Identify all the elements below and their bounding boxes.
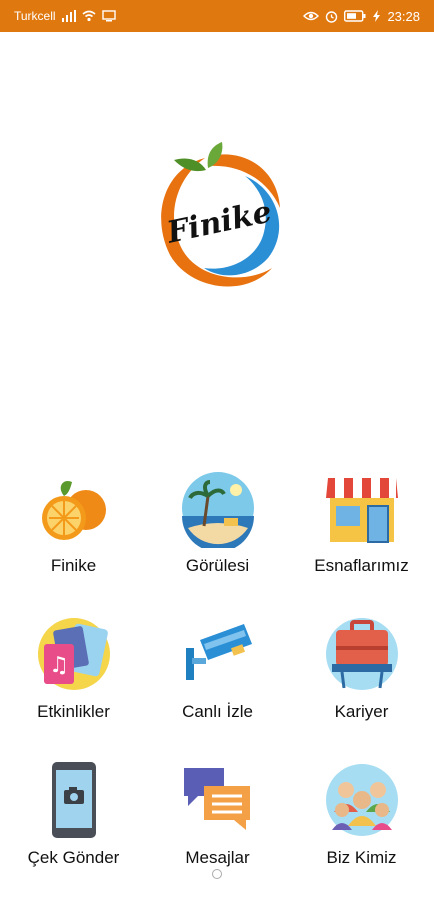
menu-item-cek-gonder[interactable]: Çek Gönder <box>1 754 146 884</box>
chat-bubbles-icon <box>183 768 250 830</box>
menu-item-label: Görülesi <box>185 556 250 575</box>
orange-fruit-icon <box>41 480 106 540</box>
phone-camera-icon <box>51 762 96 838</box>
menu-item-etkinlikler[interactable]: ♫ Etkinlikler <box>1 608 146 738</box>
beach-landscape-icon <box>181 472 254 548</box>
screen-icon <box>101 10 116 22</box>
clock-time: 23:28 <box>387 8 420 24</box>
menu-item-mesajlar[interactable]: Mesajlar <box>145 754 290 884</box>
briefcase-career-icon <box>325 618 398 690</box>
menu-item-canli-izle[interactable]: Canlı İzle <box>145 608 290 738</box>
team-people-icon <box>325 764 398 836</box>
battery-icon <box>344 10 366 22</box>
music-event-icon: ♫ <box>37 618 110 690</box>
menu-item-label: Mesajlar <box>185 848 250 867</box>
wifi-icon <box>82 10 96 22</box>
eye-icon <box>303 11 320 21</box>
finike-logo: Finike <box>150 140 290 300</box>
carrier-name: Turkcell <box>14 9 56 23</box>
menu-item-finike[interactable]: Finike <box>1 462 146 592</box>
page-indicator-dot <box>212 869 222 879</box>
charging-icon <box>373 10 381 22</box>
menu-item-label: Esnaflarımız <box>314 556 409 575</box>
menu-item-esnaflarimiz[interactable]: Esnaflarımız <box>289 462 434 592</box>
menu-item-label: Biz Kimiz <box>326 848 397 867</box>
logo-text: Finike <box>163 194 275 250</box>
menu-item-label: Çek Gönder <box>27 848 120 867</box>
shop-storefront-icon <box>325 478 398 543</box>
menu-item-label: Finike <box>50 556 97 575</box>
menu-item-kariyer[interactable]: Kariyer <box>289 608 434 738</box>
menu-item-label: Kariyer <box>334 702 389 721</box>
menu-item-gorulesi[interactable]: Görülesi <box>145 462 290 592</box>
signal-icon <box>61 10 76 22</box>
status-bar: Turkcell 23:28 <box>0 0 434 32</box>
svg-text:♫: ♫ <box>49 653 69 678</box>
menu-item-biz-kimiz[interactable]: Biz Kimiz <box>289 754 434 884</box>
alarm-icon <box>326 10 338 23</box>
security-camera-icon <box>185 624 252 680</box>
menu-item-label: Canlı İzle <box>182 702 253 721</box>
menu-item-label: Etkinlikler <box>37 702 110 721</box>
